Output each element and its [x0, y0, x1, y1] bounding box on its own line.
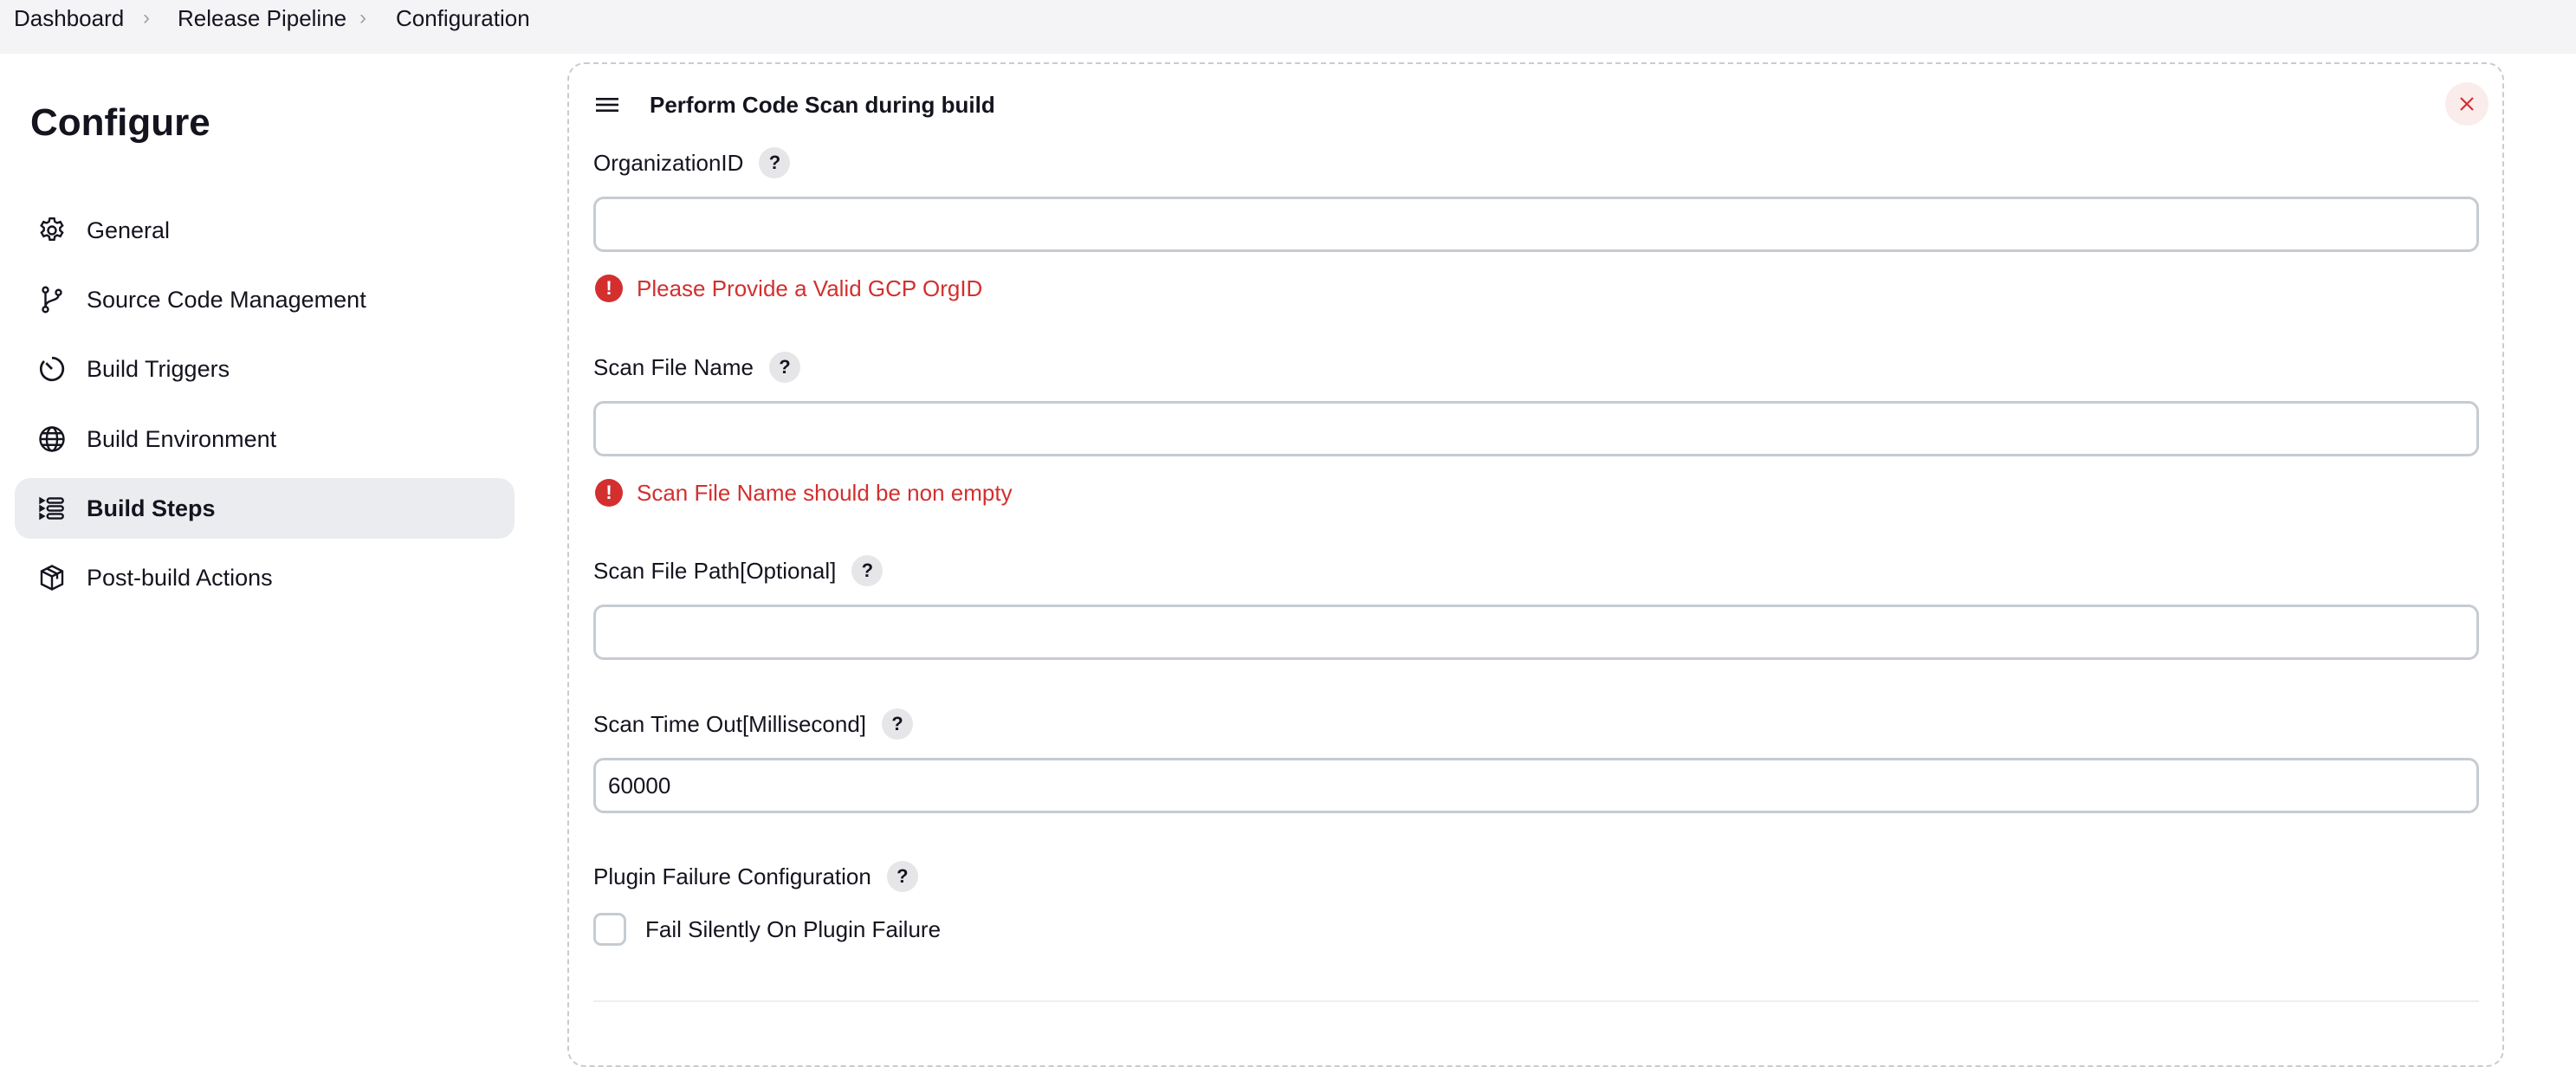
scan-file-name-input[interactable]	[593, 401, 2479, 456]
help-button[interactable]: ?	[882, 708, 914, 740]
scan-file-name-label: Scan File Name ?	[593, 352, 800, 383]
plugin-failure-label: Plugin Failure Configuration ?	[593, 861, 918, 892]
sidebar-item-label: Build Steps	[87, 495, 216, 521]
chevron-right-icon: ›	[359, 6, 366, 29]
sidebar-item-label: Build Triggers	[87, 355, 230, 382]
error-text: Scan File Name should be non empty	[637, 480, 1013, 506]
globe-icon	[36, 423, 68, 456]
organization-id-label: OrganizationID ?	[593, 147, 791, 178]
help-button[interactable]: ?	[768, 352, 800, 383]
label-text: Plugin Failure Configuration	[593, 863, 871, 889]
divider	[593, 1000, 2479, 1002]
help-button[interactable]: ?	[886, 861, 918, 892]
error-text: Please Provide a Valid GCP OrgID	[637, 275, 983, 301]
close-button[interactable]	[2445, 82, 2489, 126]
sidebar-item-label: Post-build Actions	[87, 564, 273, 591]
build-step-card: Perform Code Scan during build Organizat…	[567, 62, 2504, 1067]
breadcrumb-configuration[interactable]: Configuration	[396, 3, 530, 33]
gear-icon	[36, 214, 68, 247]
help-button[interactable]: ?	[759, 147, 791, 178]
list-steps-icon	[36, 492, 68, 525]
label-text: Scan File Path[Optional]	[593, 558, 837, 584]
sidebar-item-general[interactable]: General	[15, 200, 515, 261]
close-icon	[2460, 97, 2474, 111]
chevron-right-icon: ›	[143, 6, 150, 29]
breadcrumb-dashboard[interactable]: Dashboard	[14, 3, 124, 33]
scan-file-path-label: Scan File Path[Optional] ?	[593, 555, 883, 586]
organization-id-error: ! Please Provide a Valid GCP OrgID	[595, 274, 982, 303]
error-icon: !	[595, 275, 623, 302]
sidebar-item-label: General	[87, 217, 171, 243]
fail-silently-checkbox[interactable]	[593, 913, 626, 946]
sidebar-item-label: Source Code Management	[87, 286, 366, 313]
breadcrumb-release-pipeline[interactable]: Release Pipeline	[178, 3, 346, 33]
git-branch-icon	[36, 283, 68, 316]
help-button[interactable]: ?	[851, 555, 883, 586]
page-title: Configure	[30, 101, 210, 144]
sidebar-item-build-steps[interactable]: Build Steps	[15, 478, 515, 539]
scan-file-path-input[interactable]	[593, 605, 2479, 660]
scan-time-out-label: Scan Time Out[Millisecond] ?	[593, 708, 914, 740]
timer-icon	[36, 352, 68, 385]
organization-id-input[interactable]	[593, 197, 2479, 252]
scan-time-out-input[interactable]	[593, 758, 2479, 813]
error-icon: !	[595, 479, 623, 507]
drag-handle-icon[interactable]	[594, 94, 620, 116]
fail-silently-label[interactable]: Fail Silently On Plugin Failure	[645, 915, 941, 944]
sidebar-item-build-environment[interactable]: Build Environment	[15, 409, 515, 469]
scan-file-name-error: ! Scan File Name should be non empty	[595, 478, 1013, 508]
sidebar-item-source-code-management[interactable]: Source Code Management	[15, 269, 515, 330]
sidebar-item-label: Build Environment	[87, 425, 277, 452]
label-text: OrganizationID	[593, 150, 744, 176]
label-text: Scan Time Out[Millisecond]	[593, 711, 867, 737]
label-text: Scan File Name	[593, 354, 754, 380]
sidebar-item-post-build-actions[interactable]: Post-build Actions	[15, 547, 515, 608]
sidebar-item-build-triggers[interactable]: Build Triggers	[15, 339, 515, 399]
build-step-title: Perform Code Scan during build	[650, 92, 995, 118]
package-icon	[36, 561, 68, 594]
breadcrumb: Dashboard › Release Pipeline › Configura…	[0, 0, 2576, 54]
